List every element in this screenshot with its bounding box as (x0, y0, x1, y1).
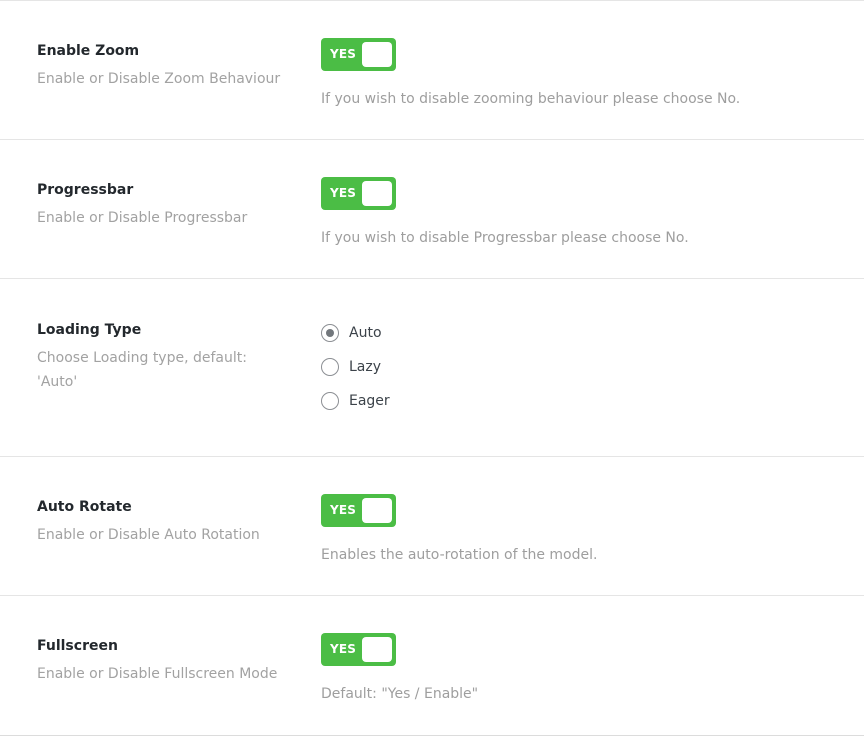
setting-title: Progressbar (37, 182, 134, 198)
setting-row-zoom: Enable Zoom Enable or Disable Zoom Behav… (0, 1, 864, 140)
setting-label-group: Fullscreen Enable or Disable Fullscreen … (37, 637, 287, 686)
setting-subtitle: Enable or Disable Auto Rotation (37, 527, 260, 543)
radio-button-checked[interactable] (321, 324, 339, 342)
toggle-knob (362, 637, 392, 662)
toggle-knob (362, 498, 392, 523)
setting-row-auto-rotate: Auto Rotate Enable or Disable Auto Rotat… (0, 457, 864, 596)
loading-type-radio-group: Auto Lazy Eager (321, 323, 390, 425)
setting-title: Fullscreen (37, 638, 118, 654)
setting-title: Loading Type (37, 322, 142, 338)
setting-description: If you wish to disable Progressbar pleas… (321, 230, 689, 246)
zoom-toggle[interactable]: YES (321, 38, 396, 71)
radio-label: Eager (349, 393, 390, 409)
setting-row-loading-type: Loading Type Choose Loading type, defaul… (0, 279, 864, 457)
setting-title: Enable Zoom (37, 43, 140, 59)
radio-label: Auto (349, 325, 382, 341)
setting-label-group: Auto Rotate Enable or Disable Auto Rotat… (37, 498, 287, 547)
setting-field: YES If you wish to disable Progressbar p… (321, 177, 689, 247)
radio-option-auto[interactable]: Auto (321, 323, 390, 343)
toggle-label: YES (330, 47, 357, 61)
toggle-label: YES (330, 186, 357, 200)
setting-row-fullscreen: Fullscreen Enable or Disable Fullscreen … (0, 596, 864, 735)
auto-rotate-toggle[interactable]: YES (321, 494, 396, 527)
setting-subtitle: Enable or Disable Zoom Behaviour (37, 71, 281, 87)
setting-subtitle-line: 'Auto' (37, 374, 78, 390)
setting-row-progressbar: Progressbar Enable or Disable Progressba… (0, 140, 864, 279)
setting-subtitle: Enable or Disable Progressbar (37, 210, 248, 226)
setting-label-group: Loading Type Choose Loading type, defaul… (37, 321, 287, 394)
setting-description: Enables the auto-rotation of the model. (321, 547, 598, 563)
settings-panel: Enable Zoom Enable or Disable Zoom Behav… (0, 0, 864, 736)
radio-button[interactable] (321, 392, 339, 410)
setting-field: YES Default: "Yes / Enable" (321, 633, 478, 703)
radio-option-lazy[interactable]: Lazy (321, 357, 390, 377)
radio-label: Lazy (349, 359, 382, 375)
toggle-knob (362, 42, 392, 67)
setting-title: Auto Rotate (37, 499, 132, 515)
progressbar-toggle[interactable]: YES (321, 177, 396, 210)
radio-button[interactable] (321, 358, 339, 376)
setting-subtitle: Choose Loading type, default: 'Auto' (37, 346, 287, 394)
setting-subtitle-line: Choose Loading type, default: (37, 350, 247, 366)
toggle-label: YES (330, 642, 357, 656)
toggle-knob (362, 181, 392, 206)
setting-subtitle: Enable or Disable Fullscreen Mode (37, 666, 278, 682)
setting-description: Default: "Yes / Enable" (321, 686, 479, 702)
setting-label-group: Enable Zoom Enable or Disable Zoom Behav… (37, 42, 287, 91)
setting-field: YES Enables the auto-rotation of the mod… (321, 494, 597, 564)
setting-label-group: Progressbar Enable or Disable Progressba… (37, 181, 287, 230)
radio-option-eager[interactable]: Eager (321, 391, 390, 411)
setting-description: If you wish to disable zooming behaviour… (321, 91, 741, 107)
setting-field: YES If you wish to disable zooming behav… (321, 38, 740, 108)
fullscreen-toggle[interactable]: YES (321, 633, 396, 666)
toggle-label: YES (330, 503, 357, 517)
